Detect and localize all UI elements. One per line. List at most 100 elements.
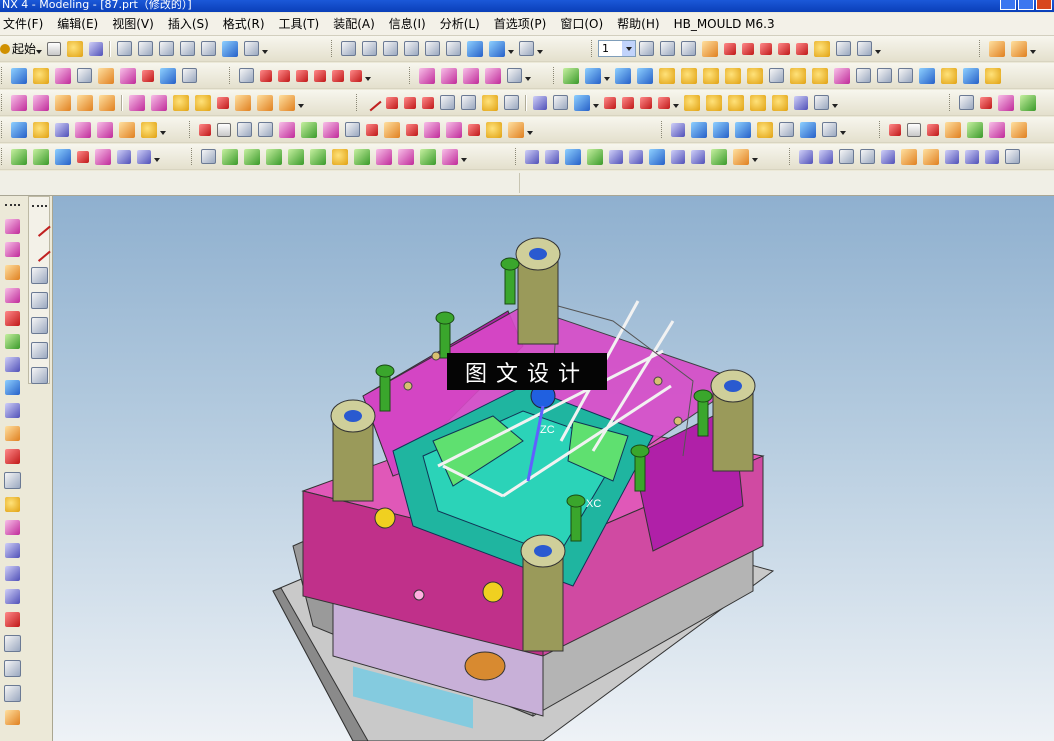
part-navigator-icon[interactable] (4, 219, 20, 234)
screw-c-icon[interactable] (839, 149, 854, 164)
chevron-down-icon[interactable] (527, 130, 533, 135)
b-plate-icon[interactable] (33, 148, 49, 165)
n-sided-surface-icon[interactable] (99, 94, 115, 111)
menu-help[interactable]: 帮助(H) (610, 13, 666, 35)
diamond-3-icon[interactable] (266, 148, 282, 165)
trimmed-sheet-icon[interactable] (195, 94, 211, 111)
reuse-library-icon[interactable] (4, 288, 20, 303)
bounded-plane-icon[interactable] (129, 94, 145, 111)
project-init-icon[interactable] (33, 67, 49, 84)
save-icon[interactable] (89, 41, 104, 56)
standard-parts-icon[interactable] (55, 122, 69, 137)
palette-icon[interactable] (4, 380, 20, 395)
screw-f-icon[interactable] (901, 148, 917, 165)
thread-icon[interactable] (834, 67, 850, 84)
chamfer-icon[interactable] (725, 67, 741, 84)
add-component-icon[interactable] (671, 122, 685, 137)
move-to-layer-icon[interactable] (681, 41, 696, 56)
hole-table-icon[interactable] (345, 122, 360, 137)
work-layer-select[interactable]: 1 (598, 40, 636, 57)
shaded-cube-icon[interactable] (489, 40, 505, 57)
show-icon[interactable] (980, 96, 992, 109)
menu-analysis[interactable]: 分析(L) (433, 13, 487, 35)
list-icon[interactable] (4, 589, 20, 604)
through-curves-icon[interactable] (11, 94, 27, 111)
sketch-line-icon[interactable] (27, 214, 51, 237)
open-folder-icon[interactable] (67, 40, 84, 57)
revolve-icon[interactable] (441, 67, 457, 84)
menu-assembly[interactable]: 装配(A) (326, 13, 382, 35)
drawing-icon[interactable] (323, 121, 339, 138)
trim-body-icon[interactable] (856, 68, 871, 83)
layer-visible-icon[interactable] (660, 41, 675, 56)
moldbase-icon[interactable] (33, 121, 49, 138)
zoom-icon[interactable] (383, 41, 398, 56)
spacer-block-icon[interactable] (117, 149, 131, 164)
analysis-icon[interactable] (857, 41, 872, 56)
slot-icon[interactable] (659, 67, 675, 84)
family-mould-icon[interactable] (142, 69, 154, 82)
wrap-curve-icon[interactable] (706, 94, 722, 111)
mirror-curve-icon[interactable] (772, 94, 788, 111)
chevron-down-icon[interactable] (508, 49, 514, 54)
info-icon[interactable] (836, 41, 851, 56)
wcs-rotate-icon[interactable] (742, 42, 754, 55)
chevron-down-icon[interactable] (262, 49, 269, 54)
menu-view[interactable]: 视图(V) (105, 13, 161, 35)
edit-object-icon[interactable] (222, 40, 239, 57)
hb-heart-icon[interactable] (927, 123, 939, 136)
pin-d-icon[interactable] (587, 148, 603, 165)
stripper-plate-icon[interactable] (77, 150, 89, 163)
split-body-icon[interactable] (877, 68, 892, 83)
sketch-cross-icon[interactable] (30, 292, 48, 309)
object-display-icon[interactable] (998, 94, 1014, 111)
section-curve-icon[interactable] (604, 96, 616, 109)
snap-point-icon[interactable] (702, 40, 718, 57)
through-mesh-icon[interactable] (33, 94, 49, 111)
slider-icon[interactable] (97, 121, 113, 138)
maximize-button[interactable] (1018, 0, 1034, 10)
bridge-icon[interactable] (235, 94, 251, 111)
chevron-down-icon[interactable] (593, 103, 599, 108)
system-materials-icon[interactable] (4, 357, 20, 372)
wcs-origin-icon[interactable] (724, 42, 736, 55)
file-icon[interactable] (384, 121, 400, 138)
diamond-4-icon[interactable] (288, 148, 304, 165)
instance-icon[interactable] (790, 67, 806, 84)
rotate-icon[interactable] (425, 41, 440, 56)
part-icon[interactable] (442, 148, 458, 165)
pin-h-icon[interactable] (671, 149, 685, 164)
chevron-down-icon[interactable] (604, 76, 610, 81)
cancel-icon[interactable] (468, 123, 480, 136)
pin-a-icon[interactable] (525, 149, 539, 164)
hb-spring-icon[interactable] (1011, 121, 1027, 138)
magnify-icon[interactable] (404, 41, 419, 56)
offset-surface-icon[interactable] (173, 94, 189, 111)
quilt-icon[interactable] (217, 96, 229, 109)
menu-file[interactable]: 文件(F) (0, 13, 50, 35)
project-curve-icon[interactable] (553, 95, 568, 110)
search-icon[interactable] (239, 68, 254, 83)
export-icon[interactable] (508, 121, 524, 138)
pad-icon[interactable] (615, 67, 631, 84)
gate-icon[interactable] (141, 121, 157, 138)
flag-icon[interactable] (424, 121, 440, 138)
sew-icon[interactable] (898, 68, 913, 83)
color-palette-icon[interactable] (1020, 94, 1036, 111)
new-file-icon[interactable] (47, 41, 62, 56)
text-icon[interactable] (461, 95, 476, 110)
minimize-button[interactable] (1000, 0, 1016, 10)
electrode-icon[interactable] (237, 122, 252, 137)
web-browser-icon[interactable] (4, 311, 20, 326)
offset-curve-icon[interactable] (350, 69, 362, 82)
mould-wizard-icon[interactable] (11, 67, 27, 84)
bridge-curve-icon[interactable] (658, 96, 670, 109)
hb-plate-icon[interactable] (907, 122, 921, 137)
macro-icon[interactable] (4, 520, 20, 535)
chevron-down-icon[interactable] (154, 157, 160, 162)
hb-tree-icon[interactable] (967, 121, 983, 138)
pin-e-icon[interactable] (609, 149, 623, 164)
menu-tools[interactable]: 工具(T) (272, 13, 327, 35)
screw-g-icon[interactable] (923, 148, 939, 165)
sketch-line-2-icon[interactable] (27, 239, 51, 262)
